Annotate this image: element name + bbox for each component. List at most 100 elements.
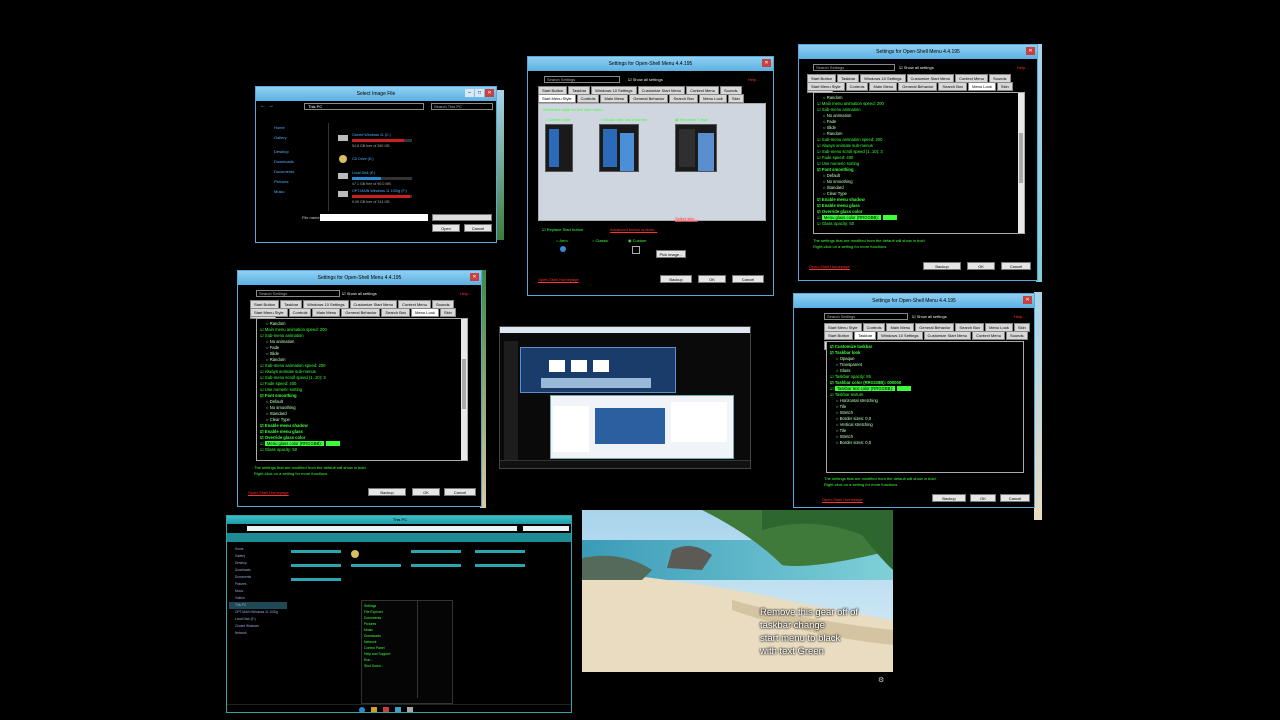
two-columns-style-preview[interactable] bbox=[599, 124, 639, 172]
ok-button[interactable]: OK bbox=[967, 262, 995, 270]
nav-item[interactable]: Home bbox=[260, 123, 328, 133]
classic-button-radio[interactable]: ○ Classic bbox=[592, 238, 608, 243]
nav-item[interactable]: Desktop bbox=[229, 560, 287, 567]
nav-item[interactable]: Desktop bbox=[260, 147, 328, 157]
maximize-icon[interactable]: □ bbox=[475, 89, 484, 97]
tab[interactable]: Start Menu Style bbox=[807, 82, 845, 91]
backup-button[interactable]: Backup bbox=[368, 488, 406, 496]
show-all-settings-checkbox[interactable]: ☑ Show all settings bbox=[899, 65, 934, 70]
search-settings-input[interactable]: Search Settings bbox=[544, 76, 620, 83]
aero-button-radio[interactable]: ○ Aero bbox=[556, 238, 568, 243]
tab[interactable]: Windows 10 Settings bbox=[877, 331, 923, 340]
nav-item[interactable]: Cloned Windows bbox=[229, 623, 287, 630]
replace-start-button-checkbox[interactable]: ☑ Replace Start button bbox=[542, 227, 583, 232]
cancel-button[interactable]: Cancel bbox=[732, 275, 764, 283]
nav-item[interactable]: Videos bbox=[229, 595, 287, 602]
color-swatch[interactable] bbox=[882, 215, 897, 221]
help-link[interactable]: Help... bbox=[1014, 314, 1026, 319]
cancel-button[interactable]: Cancel bbox=[464, 224, 492, 232]
explorer-search-input[interactable] bbox=[523, 526, 569, 531]
nav-item[interactable]: Music bbox=[260, 187, 328, 197]
search-settings-input[interactable]: Search Settings bbox=[813, 64, 895, 71]
tab-menu-look[interactable]: Menu Look bbox=[411, 308, 439, 317]
tab-start-menu-style[interactable]: Start Menu Style bbox=[538, 94, 576, 103]
homepage-link[interactable]: Open-Shell Homepage bbox=[822, 497, 863, 502]
show-all-settings-checkbox[interactable]: ☑ Show all settings bbox=[342, 291, 377, 296]
close-icon[interactable]: ✕ bbox=[762, 59, 771, 67]
cancel-button[interactable]: Cancel bbox=[1001, 262, 1031, 270]
select-skin-link[interactable]: Select skin... bbox=[675, 216, 698, 221]
windows7-style-preview[interactable] bbox=[675, 124, 717, 172]
tab[interactable]: General Behavior bbox=[629, 94, 669, 103]
tab-taskbar[interactable]: Taskbar bbox=[854, 331, 877, 340]
cancel-button[interactable]: Cancel bbox=[1000, 494, 1030, 502]
address-bar[interactable]: This PC bbox=[304, 103, 424, 110]
tab[interactable]: Search Box bbox=[381, 308, 411, 317]
windows7-style-radio[interactable]: ◉ Windows 7 style bbox=[675, 117, 709, 122]
search-settings-input[interactable]: Search Settings bbox=[824, 313, 908, 320]
filename-input[interactable] bbox=[320, 214, 428, 221]
tab[interactable]: Menu Look bbox=[699, 94, 727, 103]
tab[interactable]: Start Button bbox=[824, 331, 854, 340]
drive-item[interactable]: OPT-MAIN Windows 11 10Gig (F:) 9.09 GB f… bbox=[338, 189, 448, 207]
tab[interactable]: Context Menu bbox=[972, 331, 1005, 340]
backup-button[interactable]: Backup bbox=[923, 262, 961, 270]
nav-item[interactable]: Documents bbox=[260, 167, 328, 177]
setting-item[interactable]: ○ Border sizes: 0,0 bbox=[830, 440, 1020, 446]
tab[interactable]: Controls bbox=[845, 82, 869, 91]
file-explorer-taskbar-icon[interactable] bbox=[371, 707, 377, 712]
close-icon[interactable]: ✕ bbox=[485, 89, 494, 97]
drive-item[interactable]: CD Drive (D:) bbox=[338, 155, 448, 171]
taskbar-app-icon[interactable] bbox=[395, 707, 401, 712]
ok-button[interactable]: OK bbox=[970, 494, 996, 502]
tab[interactable]: General Behavior bbox=[341, 308, 381, 317]
start-button[interactable] bbox=[359, 707, 365, 712]
nav-item[interactable]: Downloads bbox=[229, 567, 287, 574]
tab-menu-look[interactable]: Menu Look bbox=[968, 82, 996, 91]
close-icon[interactable]: ✕ bbox=[1023, 296, 1032, 304]
scrollbar[interactable] bbox=[1018, 93, 1024, 233]
tab[interactable]: General Behavior bbox=[898, 82, 938, 91]
tab[interactable]: Main Menu bbox=[869, 82, 898, 91]
cancel-button[interactable]: Cancel bbox=[444, 488, 476, 496]
gear-icon[interactable] bbox=[407, 707, 413, 712]
taskbar-app-icon[interactable] bbox=[383, 707, 389, 712]
ok-button[interactable]: OK bbox=[412, 488, 440, 496]
back-icon[interactable]: ← bbox=[260, 103, 266, 109]
search-settings-input[interactable]: Search Settings bbox=[256, 290, 340, 297]
drive-item[interactable]: Cloned Windows 11 (C:) 54.8 GB free of 3… bbox=[338, 133, 448, 155]
pick-image-button[interactable]: Pick image... bbox=[656, 250, 686, 258]
nav-item[interactable]: This PC bbox=[229, 602, 287, 609]
nav-item[interactable]: Home bbox=[229, 546, 287, 553]
nav-item[interactable]: Documents bbox=[229, 574, 287, 581]
setting-item[interactable]: ☑ Glass opacity: 50 bbox=[817, 221, 1021, 227]
backup-button[interactable]: Backup bbox=[660, 275, 692, 283]
two-columns-style-radio[interactable]: ○ Classic with two columns bbox=[599, 117, 647, 122]
nav-item[interactable]: Local Disk (E:) bbox=[229, 616, 287, 623]
nav-item[interactable]: OPT-MAIN Windows 11 10Gig bbox=[229, 609, 287, 616]
tab[interactable]: Sounds bbox=[1005, 331, 1028, 340]
color-swatch[interactable] bbox=[897, 386, 912, 392]
forward-icon[interactable]: → bbox=[268, 103, 274, 109]
color-swatch[interactable] bbox=[325, 441, 340, 447]
tab[interactable]: Skin bbox=[727, 94, 744, 103]
nav-item[interactable]: Pictures bbox=[260, 177, 328, 187]
homepage-link[interactable]: Open-Shell Homepage bbox=[809, 264, 850, 269]
gear-icon[interactable]: ⚙ bbox=[878, 676, 884, 684]
explorer-address-bar[interactable] bbox=[247, 526, 517, 531]
tab[interactable]: Skin bbox=[996, 82, 1013, 91]
tab[interactable]: Customize Start Menu bbox=[923, 331, 972, 340]
drive-item[interactable]: Local Disk (E:) 47.1 GB free of 90.0 MB bbox=[338, 171, 448, 189]
tab[interactable]: Search Box bbox=[938, 82, 968, 91]
search-input[interactable]: Search This PC bbox=[431, 103, 493, 110]
nav-item[interactable]: Gallery bbox=[229, 553, 287, 560]
advanced-button-options-link[interactable]: Advanced button options... bbox=[610, 227, 657, 232]
nav-item[interactable]: Music bbox=[229, 588, 287, 595]
backup-button[interactable]: Backup bbox=[932, 494, 966, 502]
homepage-link[interactable]: Open-Shell Homepage bbox=[248, 490, 289, 495]
custom-button-radio[interactable]: ◉ Custom bbox=[628, 238, 646, 243]
minimize-icon[interactable]: – bbox=[465, 89, 474, 97]
tab[interactable]: Search Box bbox=[669, 94, 699, 103]
nav-item[interactable]: Gallery bbox=[260, 133, 328, 143]
scrollbar[interactable] bbox=[461, 319, 467, 460]
